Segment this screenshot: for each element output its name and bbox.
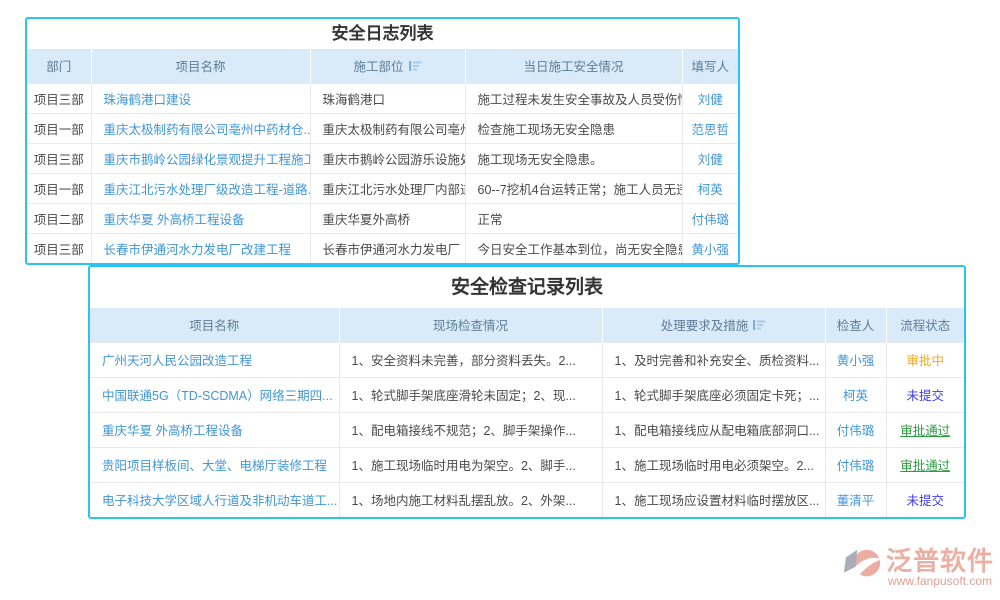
safety-inspection-header-row: 项目名称 现场检查情况 处理要求及措施 检查人 流程状态 [90, 308, 964, 342]
inspector-link[interactable]: 付伟璐 [825, 412, 886, 447]
inspection-cell: 1、安全资料未完善，部分资料丢失。2... [339, 342, 602, 377]
measures-cell: 1、及时完善和补充安全、质检资料... [602, 342, 825, 377]
measures-cell: 1、配电箱接线应从配电箱底部洞口... [602, 412, 825, 447]
location-cell: 重庆华夏外高桥 [310, 203, 465, 233]
table-row: 贵阳项目样板间、大堂、电梯厅装修工程 1、施工现场临时用电为架空。2、脚手...… [90, 447, 964, 482]
project-link[interactable]: 重庆华夏 外高桥工程设备 [90, 412, 339, 447]
safety-log-title: 安全日志列表 [27, 19, 738, 49]
location-cell: 重庆江北污水处理厂内部道路 [310, 173, 465, 203]
flow-status-cell: 审批通过 [886, 447, 964, 482]
status-badge[interactable]: 未提交 [906, 494, 944, 508]
table-row: 项目三部 珠海鹤港口建设 珠海鹤港口 施工过程未发生安全事故及人员受伤情况 刘健 [27, 83, 738, 113]
writer-link[interactable]: 付伟璐 [682, 203, 738, 233]
fanpu-logo-icon [843, 545, 883, 590]
inspector-link[interactable]: 黄小强 [825, 342, 886, 377]
project-link[interactable]: 重庆华夏 外高桥工程设备 [91, 203, 310, 233]
inspection-cell: 1、施工现场临时用电为架空。2、脚手... [339, 447, 602, 482]
location-cell: 重庆市鹅岭公园游乐设施处 [310, 143, 465, 173]
safety-inspection-title: 安全检查记录列表 [90, 267, 964, 308]
table-row: 广州天河人民公园改造工程 1、安全资料未完善，部分资料丢失。2... 1、及时完… [90, 342, 964, 377]
status-cell: 检查施工现场无安全隐患 [465, 113, 682, 143]
flow-status-cell: 审批中 [886, 342, 964, 377]
status-badge[interactable]: 审批通过 [900, 459, 950, 473]
inspection-cell: 1、轮式脚手架底座滑轮未固定；2、现... [339, 377, 602, 412]
project-link[interactable]: 重庆太极制药有限公司亳州中药材仓... [91, 113, 310, 143]
col-header-location: 施工部位 [310, 49, 465, 83]
col-header-dept: 部门 [27, 49, 91, 83]
writer-link[interactable]: 柯英 [682, 173, 738, 203]
location-cell: 珠海鹤港口 [310, 83, 465, 113]
col-header-project: 项目名称 [91, 49, 310, 83]
flow-status-cell: 未提交 [886, 377, 964, 412]
flow-status-cell: 未提交 [886, 482, 964, 517]
col-header-writer: 填写人 [682, 49, 738, 83]
table-row: 项目三部 长春市伊通河水力发电厂改建工程 长春市伊通河水力发电厂 今日安全工作基… [27, 233, 738, 263]
sort-lines-icon[interactable] [753, 319, 766, 334]
table-row: 重庆华夏 外高桥工程设备 1、配电箱接线不规范；2、脚手架操作... 1、配电箱… [90, 412, 964, 447]
table-row: 项目二部 重庆华夏 外高桥工程设备 重庆华夏外高桥 正常 付伟璐 [27, 203, 738, 233]
project-link[interactable]: 珠海鹤港口建设 [91, 83, 310, 113]
inspector-link[interactable]: 柯英 [825, 377, 886, 412]
table-row: 电子科技大学区域人行道及非机动车道工... 1、场地内施工材料乱摆乱放。2、外架… [90, 482, 964, 517]
col-header-inspector: 检查人 [825, 308, 886, 342]
sort-lines-icon[interactable] [409, 60, 422, 75]
project-link[interactable]: 电子科技大学区域人行道及非机动车道工... [90, 482, 339, 517]
writer-link[interactable]: 范思哲 [682, 113, 738, 143]
writer-link[interactable]: 刘健 [682, 83, 738, 113]
table-row: 项目一部 重庆太极制药有限公司亳州中药材仓... 重庆太极制药有限公司亳州...… [27, 113, 738, 143]
inspection-cell: 1、配电箱接线不规范；2、脚手架操作... [339, 412, 602, 447]
safety-log-table: 安全日志列表 部门 项目名称 施工部位 当日施工安全情况 填写人 项目三部 珠海… [25, 17, 740, 265]
dept-cell: 项目三部 [27, 83, 91, 113]
project-link[interactable]: 中国联通5G（TD-SCDMA）网络三期四... [90, 377, 339, 412]
status-cell: 正常 [465, 203, 682, 233]
project-link[interactable]: 贵阳项目样板间、大堂、电梯厅装修工程 [90, 447, 339, 482]
table-row: 中国联通5G（TD-SCDMA）网络三期四... 1、轮式脚手架底座滑轮未固定；… [90, 377, 964, 412]
col-header-measures: 处理要求及措施 [602, 308, 825, 342]
inspector-link[interactable]: 董清平 [825, 482, 886, 517]
col-header-project: 项目名称 [90, 308, 339, 342]
status-cell: 今日安全工作基本到位，尚无安全隐患... [465, 233, 682, 263]
table-row: 项目一部 重庆江北污水处理厂级改造工程-道路... 重庆江北污水处理厂内部道路 … [27, 173, 738, 203]
table-row: 项目三部 重庆市鹅岭公园绿化景观提升工程施工 重庆市鹅岭公园游乐设施处 施工现场… [27, 143, 738, 173]
col-header-status: 当日施工安全情况 [465, 49, 682, 83]
project-link[interactable]: 长春市伊通河水力发电厂改建工程 [91, 233, 310, 263]
measures-cell: 1、轮式脚手架底座必须固定卡死；... [602, 377, 825, 412]
measures-cell: 1、施工现场应设置材料临时摆放区... [602, 482, 825, 517]
dept-cell: 项目三部 [27, 233, 91, 263]
status-badge[interactable]: 未提交 [906, 389, 944, 403]
dept-cell: 项目三部 [27, 143, 91, 173]
writer-link[interactable]: 刘健 [682, 143, 738, 173]
fanpu-logo: 泛普软件 www.fanpusoft.com [843, 545, 994, 590]
brand-name: 泛普软件 [886, 548, 994, 574]
location-cell: 长春市伊通河水力发电厂 [310, 233, 465, 263]
status-badge[interactable]: 审批通过 [900, 424, 950, 438]
flow-status-cell: 审批通过 [886, 412, 964, 447]
project-link[interactable]: 重庆市鹅岭公园绿化景观提升工程施工 [91, 143, 310, 173]
col-header-flow-status: 流程状态 [886, 308, 964, 342]
brand-website[interactable]: www.fanpusoft.com [888, 574, 992, 588]
status-cell: 施工过程未发生安全事故及人员受伤情况 [465, 83, 682, 113]
inspection-cell: 1、场地内施工材料乱摆乱放。2、外架... [339, 482, 602, 517]
inspector-link[interactable]: 付伟璐 [825, 447, 886, 482]
measures-cell: 1、施工现场临时用电必须架空。2... [602, 447, 825, 482]
safety-log-header-row: 部门 项目名称 施工部位 当日施工安全情况 填写人 [27, 49, 738, 83]
status-cell: 施工现场无安全隐患。 [465, 143, 682, 173]
location-cell: 重庆太极制药有限公司亳州... [310, 113, 465, 143]
safety-inspection-table: 安全检查记录列表 项目名称 现场检查情况 处理要求及措施 检查人 流程状态 广州… [88, 265, 966, 519]
project-link[interactable]: 广州天河人民公园改造工程 [90, 342, 339, 377]
dept-cell: 项目二部 [27, 203, 91, 233]
dept-cell: 项目一部 [27, 173, 91, 203]
project-link[interactable]: 重庆江北污水处理厂级改造工程-道路... [91, 173, 310, 203]
writer-link[interactable]: 黄小强 [682, 233, 738, 263]
status-badge[interactable]: 审批中 [906, 354, 944, 368]
dept-cell: 项目一部 [27, 113, 91, 143]
col-header-inspection: 现场检查情况 [339, 308, 602, 342]
status-cell: 60--7挖机4台运转正常；施工人员无违... [465, 173, 682, 203]
